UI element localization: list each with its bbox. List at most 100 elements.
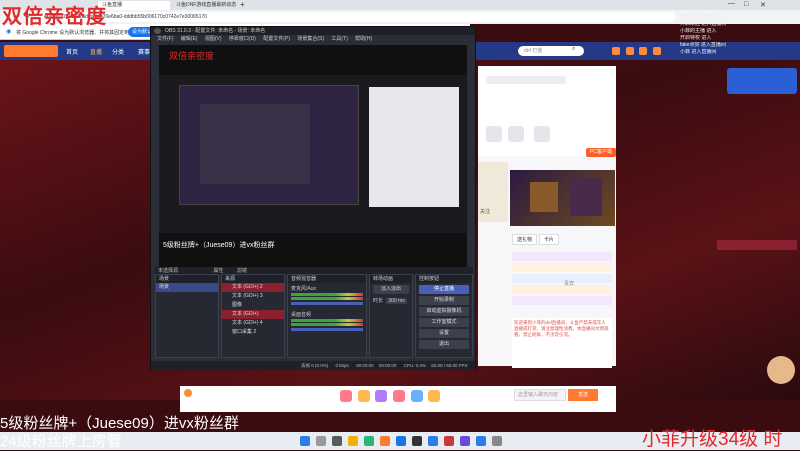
studio-mode-button[interactable]: 工作室模式 — [419, 318, 469, 327]
dropped-frames: 丢帧 0 (0.0%) — [301, 363, 329, 368]
stop-stream-button[interactable]: 停止直播 — [419, 285, 469, 294]
menu-tools[interactable]: 工具(T) — [331, 35, 347, 44]
overlay-level-text: 小菲升级34级 时 — [642, 429, 783, 450]
chat-line: 欢迎 进入直播间 — [680, 14, 717, 20]
menu-scene-collection[interactable]: 场景集合(S) — [297, 35, 324, 44]
gift-icon[interactable] — [357, 390, 370, 402]
tab-dnf[interactable]: 斗鱼DNF游戏直播最新动态 — [172, 1, 238, 10]
list-item[interactable] — [512, 274, 612, 283]
obs-logo-icon — [154, 28, 161, 34]
window-maximize-icon[interactable]: □ — [744, 1, 748, 8]
audio-meter — [291, 293, 363, 296]
follow-icon[interactable] — [625, 47, 634, 55]
menu-profile[interactable]: 配置文件(P) — [263, 35, 290, 44]
obs-menu-bar: 文件(F) 编辑(E) 视图(V) 停靠窗口(D) 配置文件(P) 场景集合(S… — [151, 35, 475, 44]
audio-meter — [291, 319, 363, 322]
app-icon[interactable] — [444, 436, 454, 446]
menu-docks[interactable]: 停靠窗口(D) — [229, 35, 256, 44]
douyu-icon[interactable] — [380, 436, 390, 446]
gift-icon[interactable] — [410, 390, 423, 402]
gift-tab[interactable]: 送礼物 — [512, 234, 538, 245]
send-button[interactable]: 发送 — [568, 389, 598, 401]
source-row[interactable]: 窗口采集 2 — [222, 328, 284, 337]
preview-caption: 5级粉丝牌+（Juese09）进vx粉丝群 — [163, 242, 275, 249]
gift-bar: 这里输入聊天内容 发送 — [180, 386, 616, 412]
follow-label[interactable]: 关注 — [480, 208, 490, 215]
floating-avatar[interactable] — [767, 356, 795, 384]
chrome-taskbar-icon[interactable] — [396, 436, 406, 446]
app-icon[interactable] — [428, 436, 438, 446]
source-row[interactable]: 文本 (GDI+) 3 — [222, 292, 284, 301]
history-icon[interactable] — [612, 47, 620, 55]
transitions-dock: 转场动画 淡入淡出 时长 300 ms — [369, 274, 413, 358]
scene-item[interactable]: 场景 — [156, 283, 218, 292]
list-item[interactable] — [512, 263, 612, 272]
obs-taskbar-icon[interactable] — [412, 436, 422, 446]
room-title-bar — [486, 76, 566, 84]
source-row[interactable]: 文本 (GDI+) 2 — [222, 283, 284, 292]
transition-select[interactable]: 淡入淡出 — [373, 285, 409, 294]
start-icon[interactable] — [300, 436, 310, 446]
audio-track-desktop: 桌面音频 — [291, 312, 312, 318]
list-item[interactable] — [512, 296, 612, 305]
window-minimize-icon[interactable]: — — [728, 0, 735, 7]
app-icon[interactable] — [492, 436, 502, 446]
gift-icon[interactable] — [375, 390, 388, 402]
duration-input[interactable]: 300 ms — [386, 298, 407, 304]
menu-help[interactable]: 帮助(H) — [355, 35, 372, 44]
menu-edit[interactable]: 编辑(E) — [181, 35, 198, 44]
share-icon[interactable] — [534, 126, 550, 142]
search-icon[interactable]: ⌕ — [572, 46, 575, 53]
source-row[interactable]: 图像 — [222, 301, 284, 310]
app-icon[interactable] — [460, 436, 470, 446]
task-view-icon[interactable] — [332, 436, 342, 446]
volume-slider[interactable] — [291, 302, 363, 305]
gift-icon[interactable] — [393, 390, 406, 402]
virtual-camera-button[interactable]: 启动虚拟摄像机 — [419, 307, 469, 316]
source-row[interactable]: 文本 (GDI+) — [222, 310, 284, 319]
audio-mixer-dock: 音频混音器 麦克风/Aux 桌面音频 — [287, 274, 367, 358]
menu-view[interactable]: 视图(V) — [205, 35, 222, 44]
gift-icon[interactable] — [340, 390, 352, 402]
volume-slider[interactable] — [291, 328, 363, 331]
download-icon[interactable] — [653, 47, 662, 55]
wechat-icon[interactable] — [364, 436, 374, 446]
streamer-avatar[interactable] — [184, 389, 192, 397]
obs-preview[interactable]: 双倍亲密度 5级粉丝牌+（Juese09）进vx粉丝群 — [159, 45, 467, 267]
start-record-button[interactable]: 开始录制 — [419, 296, 469, 305]
list-item[interactable] — [512, 252, 612, 261]
site-logo[interactable] — [4, 45, 58, 57]
nav-home[interactable]: 首页 — [66, 47, 78, 56]
address-input[interactable]: er?rid=10216092&dyshid=20e6ba0-dddbb55b0… — [36, 12, 676, 22]
menu-file[interactable]: 文件(F) — [157, 35, 173, 44]
duration-row: 时长 300 ms — [370, 296, 412, 305]
controls-dock: 控制按钮 停止直播 开始录制 启动虚拟摄像机 工作室模式 设置 退出 — [415, 274, 473, 358]
gift-icon[interactable] — [428, 390, 441, 402]
task-icon[interactable] — [508, 126, 524, 142]
nav-events[interactable]: 赛事 — [138, 47, 150, 56]
pc-client-badge[interactable]: PC客户端 — [586, 148, 616, 157]
overlay-room-admin-text: 24级粉丝牌上房管 — [0, 433, 122, 450]
card-tab[interactable]: 卡片 — [538, 234, 559, 245]
search-taskbar-icon[interactable] — [316, 436, 326, 446]
nav-category[interactable]: 分类 — [112, 47, 124, 56]
chat-feed: 欢迎 进入直播间 开启欢迎 进入直播间 小菲的主播 进入 开启特权 进入 fak… — [680, 14, 800, 164]
tab-douyu[interactable]: 斗鱼直播 — [98, 1, 170, 10]
settings-button[interactable]: 设置 — [419, 329, 469, 338]
bitrate: 0 kbps — [335, 363, 349, 368]
activity-icon[interactable] — [486, 126, 502, 142]
chat-line: 小菲的主播 进入 — [680, 28, 717, 34]
nav-live[interactable]: 直播 — [90, 47, 102, 56]
app-icon[interactable] — [476, 436, 486, 446]
list-item[interactable] — [512, 285, 612, 294]
chat-line: 开启欢迎 进入直播间 — [680, 21, 727, 27]
explorer-icon[interactable] — [348, 436, 358, 446]
window-close-icon[interactable]: ✕ — [760, 1, 766, 9]
exit-button[interactable]: 退出 — [419, 340, 469, 349]
message-icon[interactable] — [639, 47, 648, 55]
chat-input[interactable]: 这里输入聊天内容 — [514, 389, 566, 401]
record-time: 00:00:00 — [378, 363, 397, 368]
source-row[interactable]: 文本 (GDI+) 4 — [222, 319, 284, 328]
new-tab-button[interactable]: + — [240, 0, 245, 9]
controls-dock-title: 控制按钮 — [416, 275, 472, 283]
